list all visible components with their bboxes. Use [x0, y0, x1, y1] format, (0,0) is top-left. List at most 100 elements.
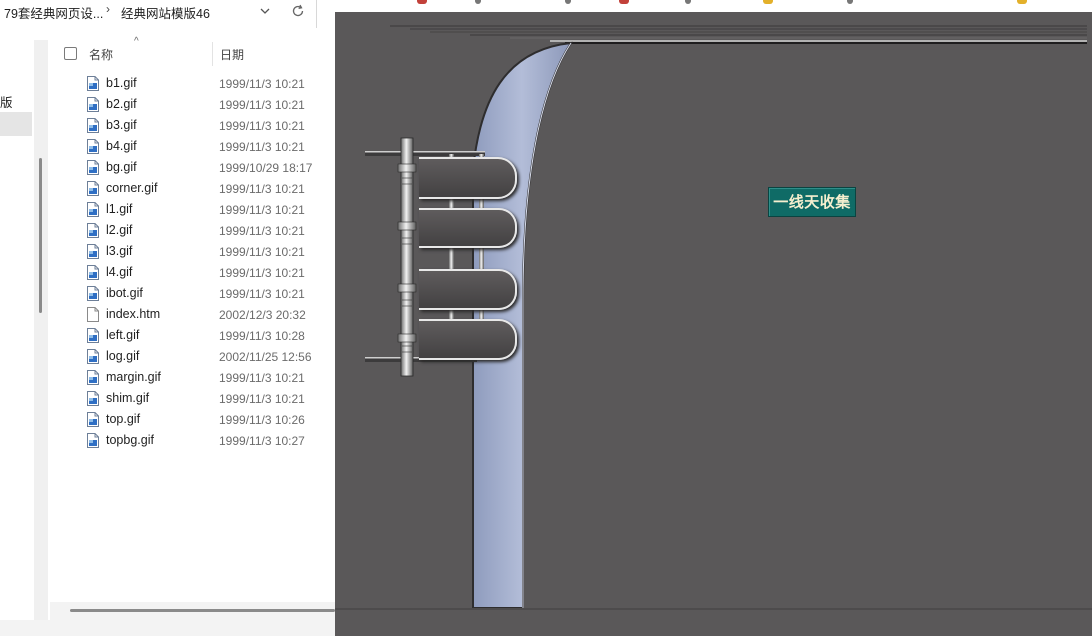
file-list: b1.gif 1999/11/3 10:21 b2.gif 1999/11/3 10:… — [50, 73, 335, 451]
file-date: 1999/11/3 10:21 — [219, 98, 305, 112]
file-row[interactable]: l3.gif 1999/11/3 10:21 — [50, 241, 335, 262]
nav-tab-3[interactable] — [419, 269, 517, 310]
nav-item-label[interactable]: 版 — [0, 92, 13, 111]
file-date: 1999/11/3 10:21 — [219, 140, 305, 154]
file-name: b2.gif — [106, 97, 137, 111]
file-name: l4.gif — [106, 265, 133, 279]
image-file-icon — [87, 265, 99, 280]
file-name: left.gif — [106, 328, 140, 342]
file-row[interactable]: b4.gif 1999/11/3 10:21 — [50, 136, 335, 157]
select-all-checkbox[interactable] — [64, 47, 77, 60]
column-header-date[interactable]: 日期 — [220, 46, 244, 63]
file-row[interactable]: bg.gif 1999/10/29 18:17 — [50, 157, 335, 178]
file-name: b4.gif — [106, 139, 137, 153]
browser-viewport: 一线天收集 — [335, 0, 1092, 636]
image-file-icon — [87, 391, 99, 406]
nav-scrollbar[interactable] — [34, 40, 48, 620]
file-name: shim.gif — [106, 391, 150, 405]
collection-link-button[interactable]: 一线天收集 — [768, 187, 856, 217]
file-date: 1999/11/3 10:21 — [219, 245, 305, 259]
page-bottom-edge — [335, 608, 1092, 610]
chevron-down-icon[interactable] — [258, 4, 272, 18]
breadcrumb-current[interactable]: 经典网站模版46 — [121, 3, 210, 22]
image-file-icon — [87, 244, 99, 259]
file-date: 1999/11/3 10:21 — [219, 392, 305, 406]
image-file-icon — [87, 433, 99, 448]
file-row[interactable]: shim.gif 1999/11/3 10:21 — [50, 388, 335, 409]
image-file-icon — [87, 160, 99, 175]
file-explorer-window: 79套经典网页设... › 经典网站模版46 版 名称 ^ 日期 b1.gif 1… — [0, 0, 335, 636]
file-date: 1999/11/3 10:21 — [219, 182, 305, 196]
file-name: index.htm — [106, 307, 161, 321]
horizontal-scrollbar-thumb[interactable] — [70, 609, 335, 612]
file-name: log.gif — [106, 349, 140, 363]
file-row[interactable]: topbg.gif 1999/11/3 10:27 — [50, 430, 335, 451]
image-file-icon — [87, 139, 99, 154]
file-list-pane: 名称 ^ 日期 b1.gif 1999/11/3 10:21 b2.gif 1999/… — [50, 36, 335, 620]
document-file-icon — [87, 307, 99, 322]
file-row[interactable]: margin.gif 1999/11/3 10:21 — [50, 367, 335, 388]
file-name: l3.gif — [106, 244, 133, 258]
breadcrumb-separator-icon: › — [106, 2, 110, 16]
file-date: 1999/11/3 10:27 — [219, 434, 305, 448]
breadcrumb-parent[interactable]: 79套经典网页设... — [4, 3, 103, 22]
horizontal-scrollbar[interactable] — [50, 602, 335, 620]
image-file-icon — [87, 328, 99, 343]
file-date: 1999/11/3 10:21 — [219, 119, 305, 133]
file-row[interactable]: b2.gif 1999/11/3 10:21 — [50, 94, 335, 115]
navigation-pane: 版 — [0, 40, 34, 620]
file-row[interactable]: ibot.gif 1999/11/3 10:21 — [50, 283, 335, 304]
address-bar[interactable]: 79套经典网页设... › 经典网站模版46 — [0, 0, 335, 24]
nav-tab-1[interactable] — [419, 157, 517, 199]
image-file-icon — [87, 370, 99, 385]
file-row[interactable]: left.gif 1999/11/3 10:28 — [50, 325, 335, 346]
file-date: 1999/11/3 10:28 — [219, 329, 305, 343]
column-header-name[interactable]: 名称 — [89, 46, 113, 63]
image-file-icon — [87, 286, 99, 301]
file-row[interactable]: l4.gif 1999/11/3 10:21 — [50, 262, 335, 283]
file-name: bg.gif — [106, 160, 137, 174]
image-file-icon — [87, 349, 99, 364]
image-file-icon — [87, 181, 99, 196]
file-row[interactable]: l1.gif 1999/11/3 10:21 — [50, 199, 335, 220]
file-name: l2.gif — [106, 223, 133, 237]
file-date: 2002/12/3 20:32 — [219, 308, 306, 322]
file-name: top.gif — [106, 412, 141, 426]
image-file-icon — [87, 118, 99, 133]
file-name: b1.gif — [106, 76, 137, 90]
nav-item-selected[interactable] — [0, 112, 32, 136]
file-date: 1999/11/3 10:21 — [219, 77, 305, 91]
file-name: topbg.gif — [106, 433, 154, 447]
image-file-icon — [87, 412, 99, 427]
file-date: 1999/11/3 10:26 — [219, 413, 305, 427]
file-row[interactable]: log.gif 2002/11/25 12:56 — [50, 346, 335, 367]
file-name: corner.gif — [106, 181, 158, 195]
image-file-icon — [87, 76, 99, 91]
file-row[interactable]: l2.gif 1999/11/3 10:21 — [50, 220, 335, 241]
sort-ascending-icon: ^ — [134, 36, 139, 47]
file-name: margin.gif — [106, 370, 161, 384]
file-date: 1999/11/3 10:21 — [219, 203, 305, 217]
pane-divider — [316, 0, 317, 28]
file-row[interactable]: b1.gif 1999/11/3 10:21 — [50, 73, 335, 94]
nav-tab-2[interactable] — [419, 208, 517, 248]
file-row[interactable]: index.htm 2002/12/3 20:32 — [50, 304, 335, 325]
image-file-icon — [87, 223, 99, 238]
column-separator[interactable] — [212, 42, 213, 66]
file-name: l1.gif — [106, 202, 133, 216]
image-file-icon — [87, 97, 99, 112]
file-date: 2002/11/25 12:56 — [219, 350, 312, 364]
nav-scrollbar-thumb[interactable] — [39, 158, 42, 313]
file-row[interactable]: b3.gif 1999/11/3 10:21 — [50, 115, 335, 136]
file-row[interactable]: top.gif 1999/11/3 10:26 — [50, 409, 335, 430]
refresh-icon[interactable] — [290, 3, 306, 19]
column-header-row: 名称 ^ 日期 — [50, 36, 335, 66]
file-date: 1999/11/3 10:21 — [219, 287, 305, 301]
file-name: b3.gif — [106, 118, 137, 132]
file-date: 1999/11/3 10:21 — [219, 224, 305, 238]
status-strip — [0, 620, 335, 636]
image-file-icon — [87, 202, 99, 217]
file-row[interactable]: corner.gif 1999/11/3 10:21 — [50, 178, 335, 199]
nav-tab-4[interactable] — [419, 319, 517, 360]
file-date: 1999/11/3 10:21 — [219, 266, 305, 280]
